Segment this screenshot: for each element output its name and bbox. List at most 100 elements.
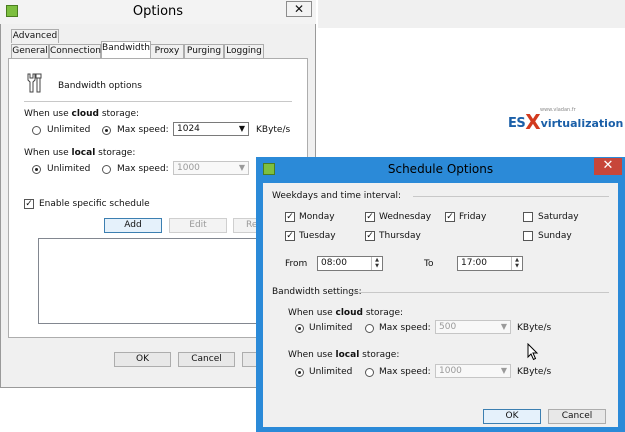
to-label: To bbox=[424, 259, 434, 269]
tab-proxy[interactable]: Proxy bbox=[150, 44, 184, 58]
schedule-cloud-speed-value: 500 bbox=[439, 322, 457, 332]
schedule-cloud-maxspeed-radio[interactable] bbox=[365, 324, 374, 333]
tab-purging[interactable]: Purging bbox=[184, 44, 224, 58]
schedule-local-speed-select[interactable]: 1000 ▼ bbox=[435, 364, 511, 378]
wednesday-label: Wednesday bbox=[379, 212, 432, 222]
local-speed-select[interactable]: 1000 ▼ bbox=[173, 161, 249, 175]
schedule-local-label: When use local storage: bbox=[288, 350, 399, 360]
local-prefix: When use bbox=[24, 148, 69, 158]
esxvirtualization-logo: ESXvirtualization www.vladan.fr bbox=[508, 107, 624, 134]
tuesday-label: Tuesday bbox=[299, 231, 336, 241]
tuesday-checkbox[interactable]: ✓ bbox=[285, 231, 295, 241]
saturday-checkbox[interactable] bbox=[523, 212, 533, 222]
cloud-suffix: storage: bbox=[101, 109, 140, 119]
cloud-maxspeed-label: Max speed: bbox=[117, 125, 169, 135]
chevron-down-icon: ▼ bbox=[500, 322, 507, 331]
logo-text: virtualization bbox=[540, 117, 624, 130]
tab-connection[interactable]: Connection bbox=[49, 44, 101, 58]
cloud-unit: KByte/s bbox=[256, 125, 291, 135]
schedule-cloud-speed-select[interactable]: 500 ▼ bbox=[435, 320, 511, 334]
schedule-local-unlimited-label: Unlimited bbox=[309, 367, 353, 377]
sunday-label: Sunday bbox=[538, 231, 572, 241]
spinner-arrows-icon[interactable]: ▲ ▼ bbox=[371, 257, 382, 270]
cloud-unlimited-label: Unlimited bbox=[47, 125, 91, 135]
saturday-label: Saturday bbox=[538, 212, 579, 222]
weekdays-group-label: Weekdays and time interval: bbox=[272, 191, 402, 201]
chevron-down-icon: ▼ bbox=[238, 163, 245, 172]
close-button[interactable]: ✕ bbox=[286, 1, 312, 17]
cloud-speed-value: 1024 bbox=[177, 124, 200, 134]
friday-label: Friday bbox=[459, 212, 487, 222]
wrench-icon bbox=[24, 72, 44, 94]
enable-schedule-checkbox[interactable]: ✓ bbox=[24, 199, 34, 209]
schedule-cloud-maxspeed-label: Max speed: bbox=[379, 323, 431, 333]
schedule-cloud-suffix: storage: bbox=[365, 308, 404, 318]
schedule-local-speed-value: 1000 bbox=[439, 366, 462, 376]
section-title: Bandwidth options bbox=[58, 81, 142, 91]
schedule-local-unit: KByte/s bbox=[517, 367, 552, 377]
cloud-bold: cloud bbox=[71, 109, 99, 119]
mouse-cursor-icon bbox=[527, 342, 539, 361]
chevron-down-icon: ▼ bbox=[500, 366, 507, 375]
local-storage-label: When use local storage: bbox=[24, 148, 135, 158]
enable-schedule-label: Enable specific schedule bbox=[39, 199, 150, 209]
thursday-label: Thursday bbox=[379, 231, 421, 241]
schedule-title: Schedule Options bbox=[387, 162, 494, 176]
cancel-button[interactable]: Cancel bbox=[178, 352, 235, 367]
monday-label: Monday bbox=[299, 212, 335, 222]
weekdays-divider bbox=[413, 196, 609, 197]
local-unlimited-label: Unlimited bbox=[47, 164, 91, 174]
local-maxspeed-radio[interactable] bbox=[102, 165, 111, 174]
edit-button[interactable]: Edit bbox=[169, 218, 227, 233]
schedule-cloud-prefix: When use bbox=[288, 308, 333, 318]
schedule-cloud-unit: KByte/s bbox=[517, 323, 552, 333]
bandwidth-divider bbox=[351, 292, 609, 293]
tab-bandwidth[interactable]: Bandwidth bbox=[101, 41, 151, 58]
schedule-cloud-bold: cloud bbox=[335, 308, 363, 318]
schedule-cloud-unlimited-label: Unlimited bbox=[309, 323, 353, 333]
background-window-titlebar bbox=[318, 0, 625, 28]
to-time-spinner[interactable]: 17:00 ▲ ▼ bbox=[457, 256, 523, 271]
to-time-value: 17:00 bbox=[461, 258, 487, 268]
tab-logging[interactable]: Logging bbox=[224, 44, 264, 58]
schedule-cloud-unlimited-radio[interactable] bbox=[295, 324, 304, 333]
sunday-checkbox[interactable] bbox=[523, 231, 533, 241]
close-button[interactable]: ✕ bbox=[594, 158, 622, 175]
monday-checkbox[interactable]: ✓ bbox=[285, 212, 295, 222]
cloud-storage-label: When use cloud storage: bbox=[24, 109, 139, 119]
friday-checkbox[interactable]: ✓ bbox=[445, 212, 455, 222]
local-bold: local bbox=[71, 148, 96, 158]
section-divider bbox=[24, 101, 292, 102]
schedule-local-prefix: When use bbox=[288, 350, 333, 360]
tab-general[interactable]: General bbox=[11, 44, 49, 58]
from-time-spinner[interactable]: 08:00 ▲ ▼ bbox=[317, 256, 383, 271]
spinner-arrows-icon[interactable]: ▲ ▼ bbox=[511, 257, 522, 270]
bandwidth-group-label: Bandwidth settings: bbox=[272, 287, 362, 297]
options-title: Options bbox=[132, 4, 184, 19]
ok-button[interactable]: OK bbox=[114, 352, 171, 367]
schedule-local-suffix: storage: bbox=[362, 350, 400, 360]
cloud-unlimited-radio[interactable] bbox=[32, 126, 41, 135]
cloud-maxspeed-radio[interactable] bbox=[102, 126, 111, 135]
from-time-value: 08:00 bbox=[321, 258, 347, 268]
schedule-local-maxspeed-label: Max speed: bbox=[379, 367, 431, 377]
schedule-local-bold: local bbox=[335, 350, 360, 360]
add-button[interactable]: Add bbox=[104, 218, 162, 233]
wednesday-checkbox[interactable]: ✓ bbox=[365, 212, 375, 222]
schedule-local-unlimited-radio[interactable] bbox=[295, 368, 304, 377]
logo-x: X bbox=[525, 110, 541, 134]
schedule-local-maxspeed-radio[interactable] bbox=[365, 368, 374, 377]
from-label: From bbox=[285, 259, 308, 269]
chevron-down-icon: ▼ bbox=[238, 124, 245, 133]
local-suffix: storage: bbox=[98, 148, 136, 158]
schedule-list[interactable] bbox=[38, 238, 268, 324]
local-unlimited-radio[interactable] bbox=[32, 165, 41, 174]
local-maxspeed-label: Max speed: bbox=[117, 164, 169, 174]
schedule-ok-button[interactable]: OK bbox=[483, 409, 541, 424]
schedule-cancel-button[interactable]: Cancel bbox=[548, 409, 606, 424]
logo-url: www.vladan.fr bbox=[540, 107, 576, 113]
tab-advanced[interactable]: Advanced bbox=[11, 29, 59, 43]
cloud-speed-select[interactable]: 1024 ▼ bbox=[173, 122, 249, 136]
schedule-cloud-label: When use cloud storage: bbox=[288, 308, 403, 318]
thursday-checkbox[interactable]: ✓ bbox=[365, 231, 375, 241]
